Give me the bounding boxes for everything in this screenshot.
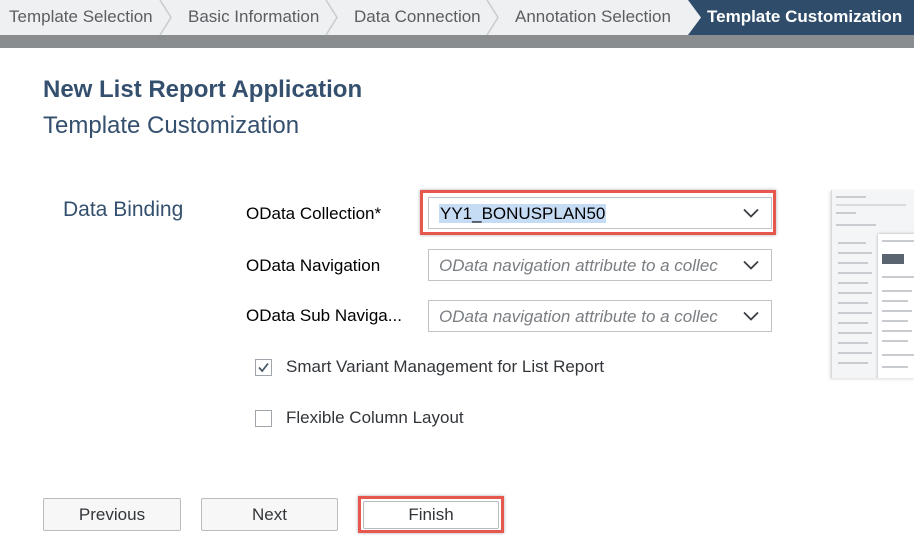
flexible-column-label: Flexible Column Layout: [286, 408, 464, 427]
odata-collection-value: YY1_BONUSPLAN50: [439, 204, 607, 223]
odata-collection-select[interactable]: YY1_BONUSPLAN50: [428, 197, 772, 229]
step-separator-icon: [325, 0, 338, 35]
template-preview-image: [831, 190, 914, 378]
odata-collection-label: OData Collection*: [246, 204, 382, 223]
odata-sub-navigation-select[interactable]: OData navigation attribute to a collec: [428, 300, 772, 332]
previous-button[interactable]: Previous: [43, 498, 181, 531]
chevron-down-icon[interactable]: [743, 208, 759, 218]
odata-sub-navigation-placeholder: OData navigation attribute to a collec: [439, 307, 718, 326]
smart-variant-checkbox[interactable]: [255, 359, 272, 376]
step-separator-icon: [159, 0, 172, 35]
step-template-customization[interactable]: Template Customization: [688, 0, 914, 35]
odata-navigation-label: OData Navigation: [246, 256, 381, 275]
odata-navigation-placeholder: OData navigation attribute to a collec: [439, 256, 718, 275]
chevron-down-icon[interactable]: [743, 311, 759, 321]
odata-navigation-select[interactable]: OData navigation attribute to a collec: [428, 249, 772, 281]
flexible-column-checkbox[interactable]: [255, 410, 272, 427]
step-label: Template Customization: [707, 7, 903, 26]
step-arrow-icon: [688, 0, 701, 35]
step-annotation-selection[interactable]: Annotation Selection: [499, 0, 688, 35]
chevron-down-icon[interactable]: [743, 260, 759, 270]
section-title-data-binding: Data Binding: [63, 198, 184, 221]
step-data-connection[interactable]: Data Connection: [338, 0, 499, 35]
smart-variant-label: Smart Variant Management for List Report: [286, 357, 605, 376]
step-template-selection[interactable]: Template Selection: [0, 0, 172, 35]
step-label: Template Selection: [9, 7, 153, 26]
finish-button[interactable]: Finish: [363, 501, 499, 529]
odata-sub-navigation-label: OData Sub Naviga...: [246, 306, 402, 325]
step-label: Annotation Selection: [515, 7, 671, 26]
page-subtitle: Template Customization: [43, 112, 300, 139]
preview-detail-panel: [878, 234, 914, 378]
checkmark-icon: [258, 362, 269, 373]
app-title: New List Report Application: [43, 76, 363, 103]
step-label: Data Connection: [354, 7, 481, 26]
next-button[interactable]: Next: [201, 498, 338, 531]
step-separator-icon: [486, 0, 499, 35]
wizard-steps: Template Selection Basic Information Dat…: [0, 0, 914, 48]
step-basic-information[interactable]: Basic Information: [172, 0, 338, 35]
wizard-steps-bar: [0, 35, 914, 48]
step-label: Basic Information: [188, 7, 320, 26]
